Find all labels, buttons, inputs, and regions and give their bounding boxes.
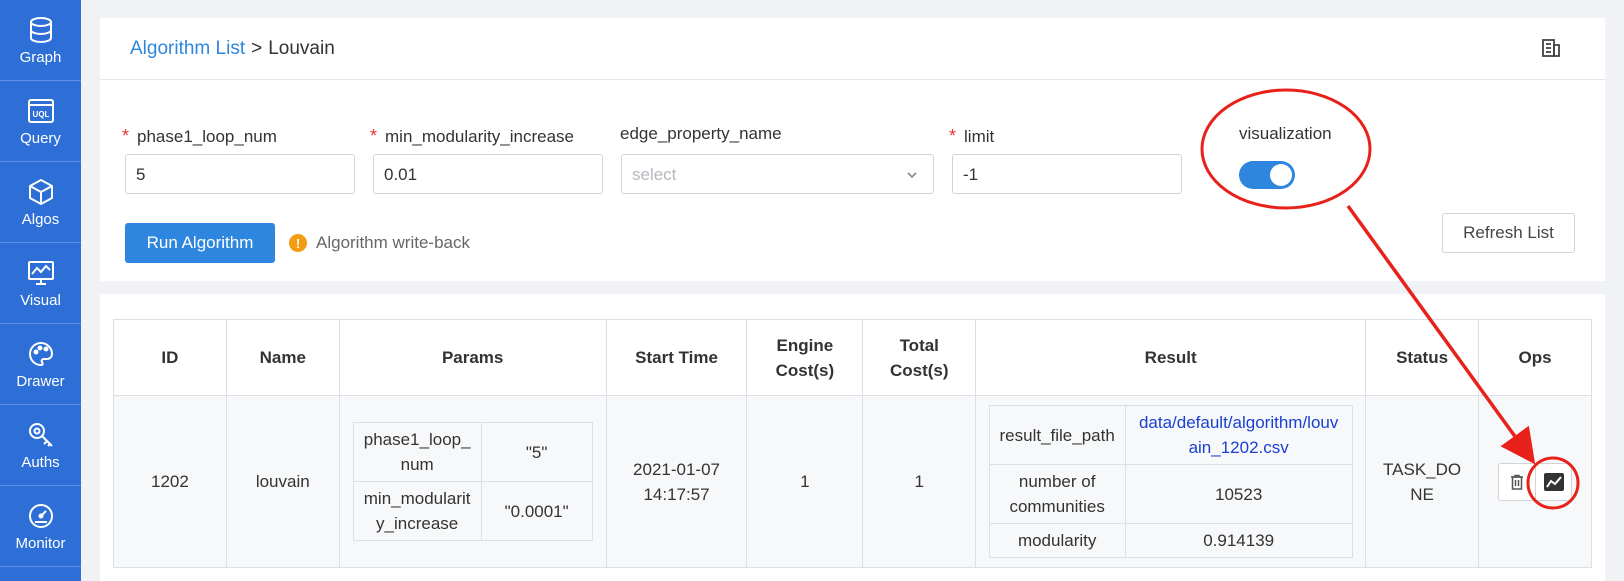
column-header-start-time: Start Time (605, 319, 748, 396)
gauge-icon (26, 501, 56, 531)
cell-name: louvain (225, 395, 340, 568)
palette-icon (26, 339, 56, 369)
column-header-engine-cost: Engine Cost(s) (746, 319, 864, 396)
edge-property-name-select[interactable]: select (621, 154, 934, 194)
required-marker: * (122, 126, 130, 146)
table-row: 1202 louvain phase1_loop_ num "5" min_mod… (113, 395, 1592, 568)
result-file-link[interactable]: data/default/algorithm/louv ain_1202.csv (1124, 405, 1353, 465)
limit-label: * limit (949, 126, 995, 146)
sidebar-item-label: Graph (19, 48, 62, 66)
sidebar-item-label: Algos (21, 210, 60, 228)
column-header-params: Params (338, 319, 607, 396)
column-header-status: Status (1365, 319, 1480, 396)
column-header-result: Result (975, 319, 1367, 396)
result-key: modularity (988, 523, 1126, 558)
sidebar-item-label: Monitor (15, 534, 66, 552)
page-header: Algorithm List > Louvain (100, 18, 1605, 80)
cell-params: phase1_loop_ num "5" min_modularit y_incre… (338, 395, 607, 568)
sidebar-item-query[interactable]: UQL Query (0, 81, 81, 162)
algorithm-write-back-text: Algorithm write-back (316, 233, 470, 252)
result-value: 10523 (1124, 464, 1353, 524)
algorithm-task-table: ID Name Params Start Time Engine Cost(s) … (113, 319, 1592, 568)
monitor-chart-icon (26, 258, 56, 288)
result-value: 0.914139 (1124, 523, 1353, 558)
refresh-list-button[interactable]: Refresh List (1442, 213, 1575, 253)
document-icon[interactable] (1541, 38, 1561, 63)
algorithm-params-form: * phase1_loop_num 5 * min_modularity_incre… (100, 80, 1605, 281)
required-marker: * (370, 126, 378, 146)
visualization-toggle[interactable] (1239, 161, 1295, 189)
cell-ops (1478, 395, 1592, 568)
min-modularity-increase-label: * min_modularity_increase (370, 126, 574, 146)
cell-result: result_file_path data/default/algorithm/… (975, 395, 1367, 568)
param-value: "5" (480, 422, 593, 482)
cell-id: 1202 (113, 395, 227, 568)
min-modularity-increase-input[interactable]: 0.01 (373, 154, 603, 194)
sidebar-item-graph[interactable]: Graph (0, 0, 81, 81)
required-marker: * (949, 126, 957, 146)
database-icon (26, 15, 56, 45)
visualize-result-button[interactable] (1535, 463, 1571, 500)
breadcrumb-link-algorithm-list[interactable]: Algorithm List (130, 38, 245, 59)
cell-status: TASK_DO NE (1365, 395, 1480, 568)
algorithm-write-back[interactable]: ! Algorithm write-back (289, 233, 470, 253)
breadcrumb: Algorithm List > Louvain (130, 38, 335, 60)
sidebar-item-algos[interactable]: Algos (0, 162, 81, 243)
visualization-label: visualization (1239, 124, 1332, 143)
trash-icon (1511, 474, 1524, 490)
svg-text:UQL: UQL (32, 110, 49, 119)
ops-button-group (1498, 462, 1573, 501)
result-table: result_file_path data/default/algorithm/… (988, 405, 1353, 558)
param-key: phase1_loop_ num (352, 422, 482, 482)
param-key: min_modularit y_increase (352, 481, 482, 541)
sidebar-item-label: Drawer (16, 372, 65, 390)
sidebar-item-auths[interactable]: Auths (0, 405, 81, 486)
cell-engine-cost: 1 (746, 395, 864, 568)
column-header-name: Name (225, 319, 340, 396)
column-header-id: ID (113, 319, 227, 396)
uql-icon: UQL (26, 96, 56, 126)
limit-input[interactable]: -1 (952, 154, 1182, 194)
column-header-ops: Ops (1478, 319, 1592, 396)
breadcrumb-separator: > (251, 38, 263, 59)
delete-button[interactable] (1499, 464, 1535, 500)
warning-icon: ! (289, 234, 307, 252)
chevron-down-icon (907, 172, 917, 179)
line-chart-icon (1543, 472, 1564, 491)
result-key: number of communities (988, 464, 1126, 524)
sidebar-item-label: Query (20, 129, 61, 147)
sidebar-item-drawer[interactable]: Drawer (0, 324, 81, 405)
key-icon (26, 420, 56, 450)
sidebar-item-label: Visual (20, 291, 61, 309)
run-algorithm-button[interactable]: Run Algorithm (125, 223, 275, 263)
phase1-loop-num-label: * phase1_loop_num (122, 126, 277, 146)
result-key: result_file_path (988, 405, 1126, 465)
cube-icon (26, 177, 56, 207)
breadcrumb-current: Louvain (268, 38, 335, 59)
params-table: phase1_loop_ num "5" min_modularit y_incre… (352, 422, 593, 541)
cell-total-cost: 1 (862, 395, 977, 568)
phase1-loop-num-input[interactable]: 5 (125, 154, 355, 194)
toggle-knob (1270, 164, 1292, 186)
sidebar-item-visual[interactable]: Visual (0, 243, 81, 324)
sidebar-item-label: Auths (21, 453, 60, 471)
sidebar-item-monitor[interactable]: Monitor (0, 486, 81, 567)
sidebar: Graph UQL Query Algos Visual Drawer Auth… (0, 0, 81, 581)
cell-start-time: 2021-01-07 14:17:57 (605, 395, 748, 568)
algorithm-task-table-card: ID Name Params Start Time Engine Cost(s) … (100, 294, 1605, 581)
edge-property-name-label: edge_property_name (620, 124, 782, 143)
param-value: "0.0001" (480, 481, 593, 541)
column-header-total-cost: Total Cost(s) (862, 319, 977, 396)
